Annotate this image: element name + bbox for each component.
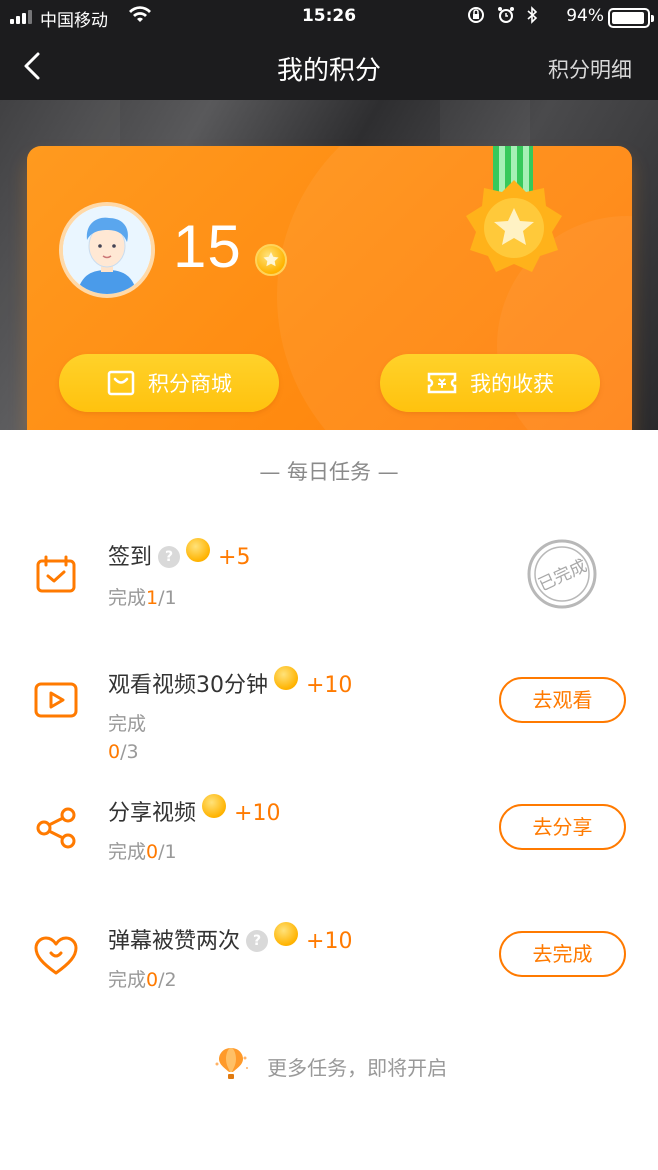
- bluetooth-icon: [527, 6, 538, 24]
- help-icon[interactable]: ?: [246, 930, 269, 952]
- task-name: 观看视频30分钟: [108, 673, 268, 698]
- calendar-check-icon: [32, 552, 80, 600]
- status-bar: 中国移动 15:26 94%: [0, 0, 658, 34]
- more-tasks-footer: 更多任务，即将开启: [0, 1046, 658, 1087]
- points-value: 15: [173, 213, 242, 280]
- go-share-button[interactable]: 去分享: [499, 804, 626, 850]
- heart-icon: [32, 932, 80, 980]
- task-progress: 完成 0/3: [108, 713, 147, 763]
- svg-text:已完成: 已完成: [536, 556, 591, 596]
- battery-percent: 94%: [566, 6, 604, 26]
- medal-icon: [459, 146, 569, 286]
- go-watch-button[interactable]: 去观看: [499, 677, 626, 723]
- clock: 15:26: [301, 6, 357, 26]
- balloon-icon: [211, 1046, 251, 1087]
- my-harvest-label: 我的收获: [470, 372, 554, 396]
- completed-stamp: 已完成: [526, 538, 598, 610]
- points-card: 15 积分商城 我的收获: [27, 146, 632, 430]
- alarm-icon: [497, 7, 514, 23]
- task-progress: 完成1/1: [108, 587, 177, 609]
- header-area: 中国移动 15:26 94% 我的积分 积分明细 15 积分商城 我的收获: [0, 0, 658, 430]
- my-harvest-button[interactable]: 我的收获: [380, 354, 600, 412]
- share-icon: [32, 804, 80, 852]
- go-complete-button[interactable]: 去完成: [499, 931, 626, 977]
- points-shop-button[interactable]: 积分商城: [59, 354, 279, 412]
- coin-icon: [186, 538, 211, 562]
- task-name: 签到: [108, 545, 153, 570]
- task-name: 分享视频: [108, 801, 197, 826]
- task-progress: 完成0/2: [108, 969, 177, 991]
- coin-icon: [202, 794, 227, 818]
- task-reward: +10: [234, 801, 281, 826]
- rotation-lock-icon: [468, 7, 485, 23]
- battery-icon: [608, 8, 654, 28]
- coin-icon: [274, 666, 298, 690]
- points-shop-label: 积分商城: [148, 372, 232, 396]
- navigation-bar: 我的积分 积分明细: [0, 34, 658, 100]
- points-coin-icon: [255, 244, 287, 276]
- status-icons: [467, 6, 538, 29]
- daily-tasks-heading: — 每日任务 —: [259, 460, 399, 484]
- task-progress: 完成0/1: [108, 841, 177, 863]
- points-detail-link[interactable]: 积分明细: [548, 54, 632, 84]
- avatar[interactable]: [59, 202, 155, 298]
- task-name: 弹幕被赞两次: [108, 929, 241, 954]
- task-reward: +10: [306, 929, 353, 954]
- task-reward: +5: [218, 545, 251, 570]
- more-tasks-text: 更多任务，即将开启: [267, 1056, 448, 1080]
- video-play-icon: [32, 676, 80, 724]
- coin-icon: [274, 922, 299, 946]
- ticket-icon: [427, 372, 457, 394]
- shopping-bag-icon: [107, 370, 135, 396]
- help-icon[interactable]: ?: [158, 546, 181, 568]
- task-reward: +10: [306, 673, 353, 698]
